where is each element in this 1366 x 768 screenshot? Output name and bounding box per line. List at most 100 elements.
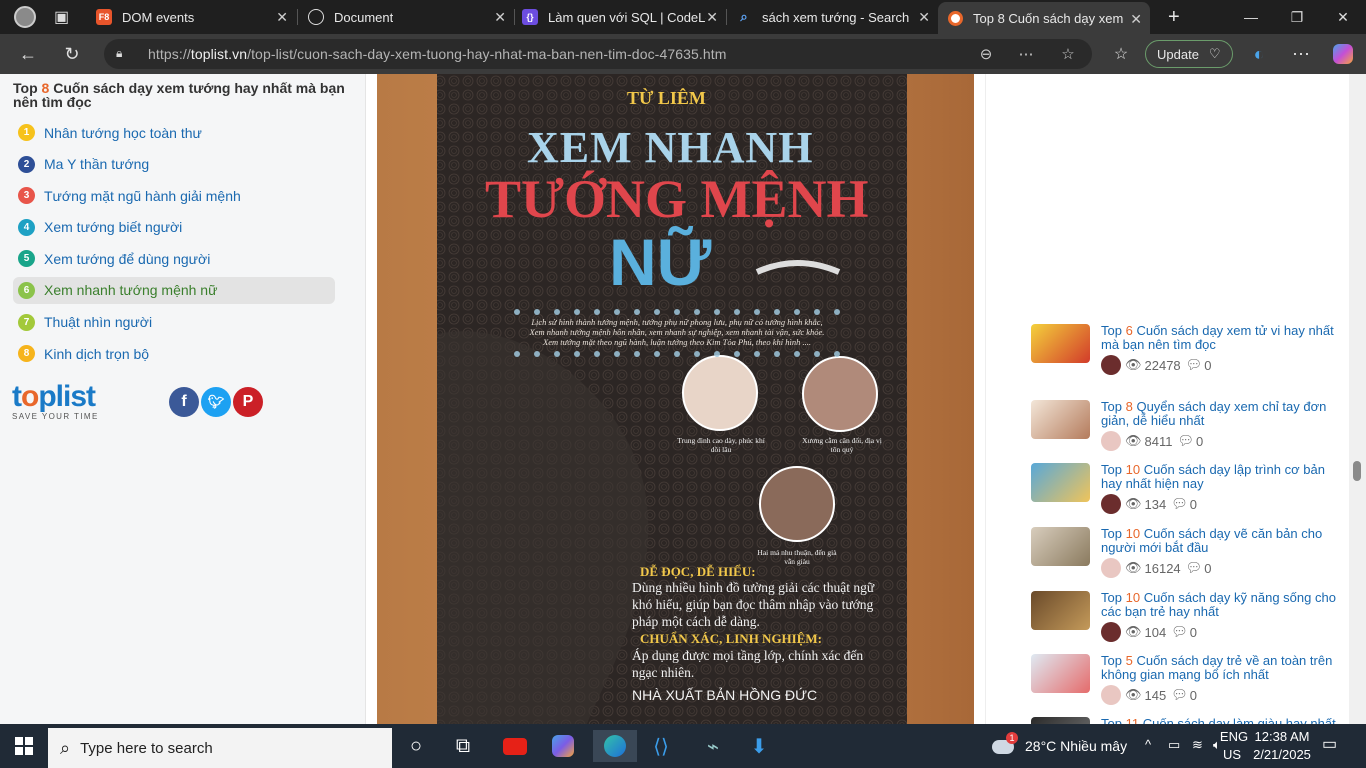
article-thumbnail[interactable] [1031,324,1090,363]
close-icon[interactable]: ✕ [494,9,506,26]
pinterest-share-button[interactable]: P [233,387,263,417]
downloads-app[interactable]: ⬇ [743,730,775,762]
edge-app[interactable] [593,730,637,762]
cortana-button[interactable]: ○ [400,730,432,762]
tab-actions-button[interactable]: ▣ [44,0,80,34]
task-view-button[interactable]: ⧉ [447,730,479,762]
update-button[interactable]: Update ♡ [1145,40,1233,68]
article-thumbnail[interactable] [1031,400,1090,439]
close-window-button[interactable]: ✕ [1320,0,1366,34]
toc-item[interactable]: 1 Nhân tướng học toàn thư [13,119,335,146]
article-title[interactable]: Top 5 Cuốn sách dạy trẻ về an toàn trên … [1101,654,1336,682]
toc-item-label: Xem tướng để dùng người [44,250,211,267]
close-icon[interactable]: ✕ [706,9,718,26]
avatar [1101,622,1121,642]
notification-icon[interactable]: ▭ [1322,736,1337,754]
new-tab-button[interactable]: + [1158,0,1188,34]
related-article[interactable]: Top 11 Cuốn sách dạy làm giàu hay nhất [1031,717,1336,724]
zoom-icon[interactable]: ⊖ [976,44,996,64]
view-count: 16124 [1144,560,1181,576]
related-article[interactable]: Top 10 Cuốn sách dạy vẽ căn bản cho ngườ… [1031,527,1331,589]
tab-codelearn[interactable]: {} Làm quen với SQL | CodeLea ✕ [512,0,726,34]
comment-icon: 💬︎ [1171,496,1188,511]
related-article[interactable]: Top 10 Cuốn sách dạy lập trình cơ bản ha… [1031,463,1331,525]
clock[interactable]: 12:38 AM 2/21/2025 [1250,728,1314,764]
language-indicator[interactable]: ENG US [1210,728,1250,764]
copilot-button[interactable] [1327,38,1359,70]
close-icon[interactable]: ✕ [1130,11,1142,28]
more-tools-icon[interactable]: ⋯ [1016,44,1036,64]
toc-item[interactable]: 6 Xem nhanh tướng mệnh nữ [13,276,335,304]
toc-item[interactable]: 5 Xem tướng để dùng người [13,245,335,272]
comment-icon: 💬︎ [1171,687,1188,702]
article-title[interactable]: Top 10 Cuốn sách dạy kỹ năng sống cho cá… [1101,591,1336,619]
comment-icon: 💬︎ [1177,433,1194,448]
article-meta: 👁︎ 104 💬︎ 0 [1101,622,1197,642]
minimize-button[interactable]: — [1228,0,1274,34]
tab-dom-events[interactable]: F8 DOM events ✕ [86,0,296,34]
scrollbar-thumb[interactable] [1353,461,1361,481]
facebook-share-button[interactable]: f [169,387,199,417]
related-article[interactable]: Top 8 Quyển sách dạy xem chỉ tay đơn giả… [1031,400,1331,462]
wifi-icon[interactable]: ≋ [1192,736,1203,754]
tab-title: Document [334,9,394,25]
weather-text[interactable]: 28°C Nhiều mây [1025,737,1127,755]
back-button[interactable]: ← [12,38,44,70]
tab-toplist[interactable]: Top 8 Cuốn sách dạy xem tư ✕ [938,2,1150,34]
tab-search[interactable]: ⌕ sách xem tướng - Search ✕ [726,0,938,34]
update-label: Update [1157,46,1199,62]
caption-3: Hai má nhu thuận, đến già vẫn giàu [757,548,837,566]
toc-item[interactable]: 4 Xem tướng biết người [13,214,335,241]
related-article[interactable]: Top 6 Cuốn sách dạy xem tử vi hay nhất m… [1031,324,1334,386]
favorite-star-icon[interactable]: ☆ [1058,44,1078,64]
article-thumbnail[interactable] [1031,591,1090,630]
toc-item[interactable]: 2 Ma Y thần tướng [13,151,335,178]
article-title[interactable]: Top 11 Cuốn sách dạy làm giàu hay nhất [1101,717,1336,725]
refresh-button[interactable]: ↻ [56,38,88,70]
article-thumbnail[interactable] [1031,463,1090,502]
twitter-share-button[interactable]: 🐦︎ [201,387,231,417]
toc-number-badge: 3 [18,187,35,205]
article-thumbnail[interactable] [1031,717,1090,724]
toc-item-label: Tướng mặt ngũ hành giải mệnh [44,187,241,204]
related-article[interactable]: Top 5 Cuốn sách dạy trẻ về an toàn trên … [1031,654,1332,716]
start-button[interactable] [8,730,40,762]
toc-item[interactable]: 7 Thuật nhìn người [13,309,335,336]
settings-more-button[interactable]: ⋯ [1285,38,1317,70]
weather-widget[interactable]: 1 [992,732,1018,758]
article-title[interactable]: Top 10 Cuốn sách dạy lập trình cơ bản ha… [1101,463,1336,491]
article-title[interactable]: Top 6 Cuốn sách dạy xem tử vi hay nhất m… [1101,324,1336,352]
article-meta: 👁︎ 8411 💬︎ 0 [1101,431,1203,451]
toc-number-badge: 5 [18,250,35,268]
restore-button[interactable]: ❐ [1274,0,1320,34]
edge-sidebar-button[interactable]: ◐ [1243,38,1275,70]
pinterest-icon: P [242,393,254,410]
article-meta: 👁︎ 16124 💬︎ 0 [1101,558,1211,578]
sql-server-app[interactable]: ⌁ [697,730,729,762]
close-icon[interactable]: ✕ [276,9,288,26]
address-bar[interactable]: 🔒︎ https://toplist.vn/top-list/cuon-sach… [104,39,1092,69]
page-scrollbar[interactable] [1349,74,1366,724]
article-title[interactable]: Top 8 Quyển sách dạy xem chỉ tay đơn giả… [1101,400,1336,428]
toc-item[interactable]: 8 Kinh dịch trọn bộ [13,340,335,367]
toplist-logo[interactable]: toplist SAVE YOUR TIME [12,382,99,422]
caption-2: Xương cằm cân đối, địa vị tôn quý [802,436,882,454]
show-hidden-icons[interactable]: ^ [1145,736,1151,754]
related-article[interactable]: Top 10 Cuốn sách dạy kỹ năng sống cho cá… [1031,591,1336,653]
close-icon[interactable]: ✕ [918,9,930,26]
download-arrow-icon: ⬇ [750,735,768,758]
battery-icon[interactable]: ▭ [1168,736,1180,754]
toc-item-label: Thuật nhìn người [44,314,153,331]
copilot-app[interactable] [547,730,579,762]
toc-item[interactable]: 3 Tướng mặt ngũ hành giải mệnh [13,182,335,209]
taskbar-search-input[interactable]: ⌕ Type here to search [48,728,392,768]
favorites-button[interactable]: ☆ [1105,38,1137,70]
tab-document[interactable]: Document ✕ [298,0,514,34]
view-count: 104 [1144,624,1167,640]
profile-avatar[interactable] [4,0,40,34]
vscode-app[interactable]: ⟨⟩ [645,730,677,762]
article-title[interactable]: Top 10 Cuốn sách dạy vẽ căn bản cho ngườ… [1101,527,1336,555]
article-thumbnail[interactable] [1031,654,1090,693]
youtube-app[interactable] [499,730,531,762]
article-thumbnail[interactable] [1031,527,1090,566]
